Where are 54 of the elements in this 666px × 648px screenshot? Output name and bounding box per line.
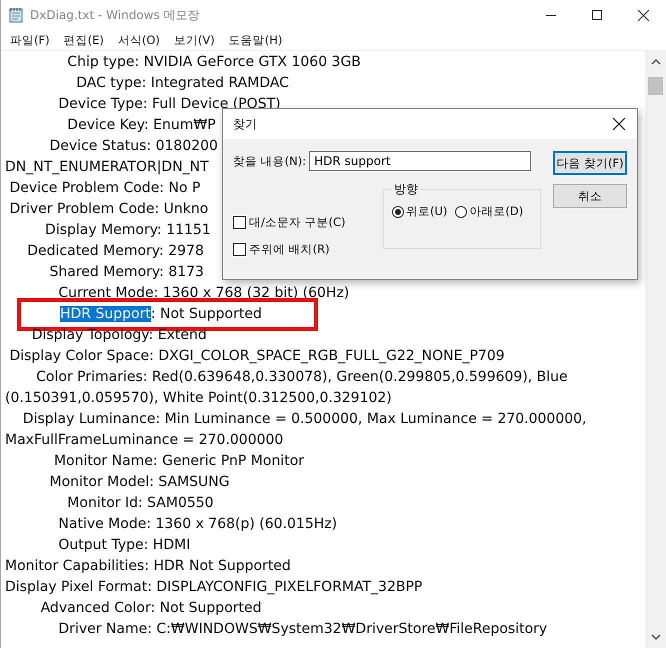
radio-button[interactable] xyxy=(392,206,404,218)
text-line: Chip type: NVIDIA GeForce GTX 1060 3GB xyxy=(66,54,361,70)
window-title: DxDiag.txt - Windows 메모장 xyxy=(30,6,201,24)
text-line: Driver Problem Code: Unkno xyxy=(8,201,208,217)
dialog-button[interactable]: 취소 xyxy=(553,184,627,208)
scrollbar[interactable] xyxy=(645,51,666,648)
scroll-up-icon[interactable] xyxy=(650,57,660,67)
text-line: Device Status: 0180200 xyxy=(48,138,218,154)
close-icon[interactable] xyxy=(638,10,648,20)
text-line: Shared Memory: 8173 xyxy=(48,264,204,280)
text-line: Device Problem Code: No P xyxy=(8,180,200,196)
text-line: (0.150391,0.059570), White Point(0.312500,0.329102) xyxy=(5,390,392,406)
find-label: 찾을 내용(N): xyxy=(233,154,306,168)
dialog-title: 찾기 xyxy=(233,116,258,132)
menu-item[interactable]: 편집(E) xyxy=(56,32,111,48)
text-line: Advanced Color: Not Supported xyxy=(40,600,262,616)
text-line: Display Pixel Format: DISPLAYCONFIG_PIXELFORMAT_32BPP xyxy=(5,579,422,595)
text-line: Dedicated Memory: 2978 xyxy=(26,243,204,259)
text-line: Display Topology: Extend xyxy=(30,327,207,343)
text-line: Display Memory: 11151 xyxy=(44,222,211,238)
maximize-icon[interactable] xyxy=(592,10,602,20)
text-line: DN_NT_ENUMERATOR|DN_NT xyxy=(5,159,209,175)
text-line: Display Luminance: Min Luminance = 0.500000, Max Luminance = 270.000000, xyxy=(22,411,587,427)
menu-item[interactable]: 도움말(H) xyxy=(222,32,290,48)
checkbox[interactable]: 대/소문자 구분(C) xyxy=(233,215,383,230)
text-line: HDR Support: Not Supported xyxy=(59,306,262,322)
text-line: Monitor Model: SAMSUNG xyxy=(48,474,230,490)
radio-label[interactable]: 위로(U) xyxy=(406,204,448,219)
scroll-down-icon[interactable] xyxy=(650,632,660,642)
text-line: MaxFullFrameLuminance = 270.000000 xyxy=(5,432,284,448)
text-line: Monitor Id: SAM0550 xyxy=(66,495,214,511)
dialog-button[interactable]: 다음 찾기(F) xyxy=(553,151,627,175)
close-icon[interactable] xyxy=(611,116,627,132)
text-line: Current Mode: 1360 x 768 (32 bit) (60Hz) xyxy=(57,285,350,301)
text-line: Device Type: Full Device (POST) xyxy=(57,96,281,112)
text-line: Driver Name: C:₩WINDOWS₩System32₩DriverStore₩FileRepository xyxy=(57,621,548,637)
text-line: DAC type: Integrated RAMDAC xyxy=(75,75,289,91)
text-line: Monitor Name: Generic PnP Monitor xyxy=(52,453,304,469)
text-line: Device Key: Enum₩P xyxy=(66,117,216,133)
text-line: Color Primaries: Red(0.639648,0.330078), Green(0.299805,0.599609), Blue xyxy=(35,369,568,385)
text-line: Monitor Capabilities: HDR Not Supported xyxy=(5,558,291,574)
scroll-thumb[interactable] xyxy=(648,77,663,95)
radio-button[interactable] xyxy=(455,206,468,218)
text-line: Native Mode: 1360 x 768(p) (60.015Hz) xyxy=(57,516,338,532)
group-label: 방향 xyxy=(393,181,419,198)
menu-item[interactable]: 서식(O) xyxy=(110,32,167,48)
find-input-field[interactable]: HDR support xyxy=(309,151,532,171)
radio-label[interactable]: 아래로(D) xyxy=(469,204,524,219)
notepad-icon xyxy=(8,7,24,23)
menu-item[interactable]: 보기(V) xyxy=(166,32,222,48)
text-line: Output Type: HDMI xyxy=(57,537,190,553)
checkbox[interactable]: 주위에 배치(R) xyxy=(233,242,383,257)
menu-item[interactable]: 파일(F) xyxy=(3,32,57,48)
text-line: Display Color Space: DXGI_COLOR_SPACE_RGB_FULL_G22_NONE_P709 xyxy=(8,348,505,364)
